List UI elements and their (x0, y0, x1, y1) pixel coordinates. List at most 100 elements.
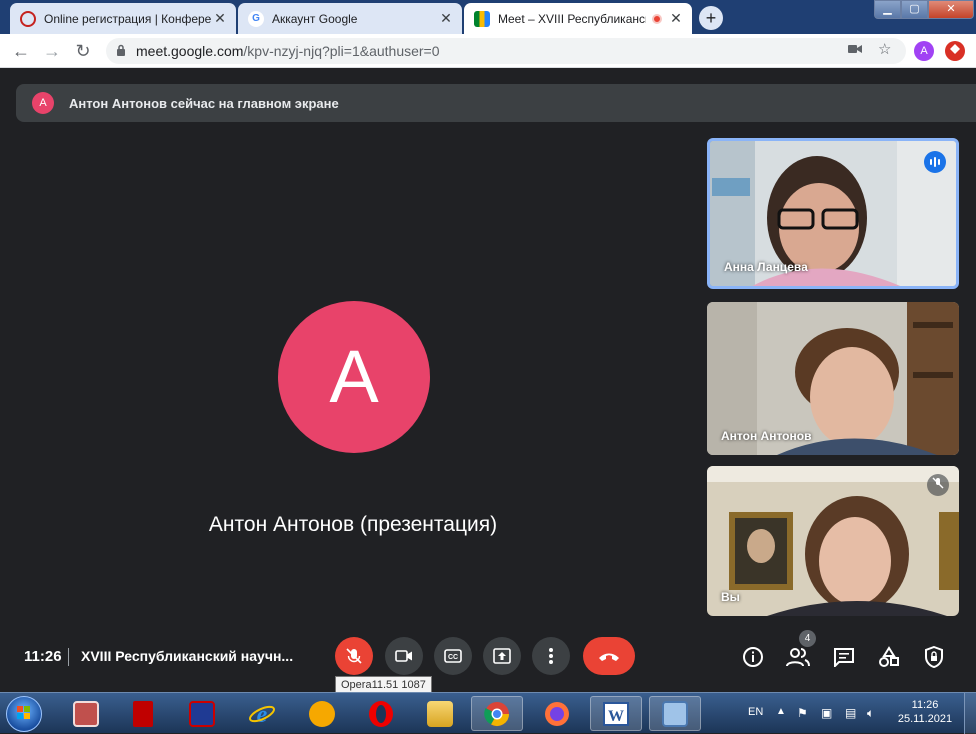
chat-icon (834, 648, 854, 667)
minimize-button[interactable]: ▁ (874, 0, 901, 19)
host-controls-button[interactable] (919, 642, 949, 672)
svg-text:W: W (608, 708, 624, 725)
more-vert-icon (549, 648, 553, 664)
tab-close-icon[interactable]: ✕ (668, 10, 684, 27)
microphone-toggle-button[interactable] (335, 637, 373, 675)
captions-button[interactable]: CC (434, 637, 472, 675)
taskbar-firefox[interactable] (531, 696, 583, 731)
extension-icon[interactable] (945, 41, 965, 61)
camera-toggle-button[interactable] (385, 637, 423, 675)
camera-permission-icon[interactable] (848, 42, 862, 59)
taskbar-aimp[interactable] (296, 696, 348, 731)
volume-icon[interactable]: 🔈︎ (867, 706, 874, 721)
address-bar[interactable]: meet.google.com /kpv-nzyj-njq?pli=1&auth… (106, 38, 906, 64)
participant-tile[interactable]: Антон Антонов (707, 302, 959, 455)
video-camera-icon (395, 650, 412, 662)
control-panel-icon (662, 700, 688, 727)
more-options-button[interactable] (532, 637, 570, 675)
folder-icon (427, 700, 453, 727)
leave-call-button[interactable] (583, 637, 635, 675)
profile-avatar-button[interactable]: A (914, 41, 934, 61)
recording-indicator-icon (652, 13, 662, 24)
internet-explorer-icon: e (249, 702, 275, 728)
participant-name: Вы (721, 590, 740, 604)
show-desktop-button[interactable] (964, 693, 976, 734)
tab-title: Meet – XVIII Республиканск (498, 11, 646, 26)
self-view-tile[interactable]: Вы (707, 466, 959, 616)
forward-button[interactable]: → (42, 41, 62, 61)
tab-title: Аккаунт Google (272, 11, 358, 26)
book-app-icon (133, 700, 153, 727)
bookmark-star-icon[interactable]: ☆ (878, 40, 891, 58)
lock-icon[interactable] (116, 44, 126, 59)
tray-expand-icon[interactable]: ▲ (776, 706, 786, 717)
taskbar-presentation-app[interactable] (60, 696, 112, 731)
tab-meet[interactable]: Meet – XVIII Республиканск ✕ (464, 3, 692, 34)
avatar: A (32, 92, 54, 114)
browser-tab-strip: Online регистрация | Конферен ✕ G Аккаун… (0, 0, 976, 34)
presentation-app-icon (73, 700, 99, 727)
closed-captions-icon: CC (444, 649, 462, 663)
meet-favicon-icon (474, 10, 490, 27)
taskbar-word[interactable]: W (590, 696, 642, 731)
participant-name: Анна Ланцева (724, 260, 808, 274)
new-tab-button[interactable]: + (699, 6, 723, 30)
participant-tile[interactable]: Анна Ланцева (707, 138, 959, 289)
input-language-indicator[interactable]: EN (748, 706, 763, 718)
taskbar-book-app[interactable] (117, 696, 169, 731)
system-clock[interactable]: 11:26 25.11.2021 (893, 698, 957, 726)
presentation-banner: A Антон Антонов сейчас на главном экране (16, 84, 976, 122)
taskbar-chrome[interactable] (471, 696, 523, 731)
network-icon[interactable]: ▤ (845, 706, 856, 720)
main-speaker-name: Антон Антонов (презентация) (208, 513, 498, 536)
main-speaker-avatar: A (278, 301, 430, 453)
participant-count-badge: 4 (799, 630, 816, 647)
svg-text:e: e (257, 702, 268, 728)
tab-title: Online регистрация | Конферен (44, 11, 212, 26)
windows-logo-icon (17, 706, 30, 719)
taskbar-disk-app[interactable] (176, 696, 228, 731)
floppy-disk-icon (189, 700, 215, 727)
shield-lock-icon (925, 646, 943, 668)
participant-video (707, 466, 959, 616)
speaking-indicator-icon (924, 151, 946, 173)
action-center-flag-icon[interactable]: ⚑ (797, 706, 808, 720)
people-icon (786, 648, 810, 667)
info-icon (743, 647, 763, 667)
chrome-icon (484, 701, 509, 726)
firefox-icon (545, 701, 569, 726)
maximize-button[interactable]: ▢ (901, 0, 928, 19)
url-host: meet.google.com (136, 43, 244, 59)
back-button[interactable]: ← (11, 41, 31, 61)
taskbar-control-panel[interactable] (649, 696, 701, 731)
taskbar-file-explorer[interactable] (414, 696, 466, 731)
mic-off-icon (346, 648, 362, 664)
clock-date: 25.11.2021 (897, 713, 953, 725)
meet-call-view: A Антон Антонов сейчас на главном экране… (0, 68, 976, 694)
meeting-clock: 11:26 (24, 648, 62, 665)
browser-toolbar: ← → ↻ meet.google.com /kpv-nzyj-njq?pli=… (0, 34, 976, 68)
windows-taskbar: e W EN ▲ ⚑ ▣ ▤ 🔈︎ 11:26 25.11.2021 (0, 692, 976, 734)
meeting-title: XVIII Республиканский научн... (81, 648, 294, 664)
activities-button[interactable] (874, 642, 904, 672)
svg-text:CC: CC (448, 654, 458, 661)
tab-google-account[interactable]: G Аккаунт Google ✕ (238, 3, 462, 34)
reload-button[interactable]: ↻ (73, 41, 93, 61)
tab-close-icon[interactable]: ✕ (212, 10, 228, 27)
taskbar-internet-explorer[interactable]: e (236, 696, 288, 731)
taskbar-opera[interactable] (355, 696, 407, 731)
participant-name: Антон Антонов (721, 429, 812, 443)
tab-close-icon[interactable]: ✕ (438, 10, 454, 27)
start-button[interactable] (6, 696, 42, 732)
banner-text: Антон Антонов сейчас на главном экране (69, 95, 339, 111)
word-icon: W (603, 701, 629, 726)
present-screen-button[interactable] (483, 637, 521, 675)
tray-app-icon[interactable]: ▣ (821, 706, 832, 720)
hang-up-icon (599, 653, 619, 661)
window-controls: ▁ ▢ ✕ (874, 0, 974, 20)
tab-registration[interactable]: Online регистрация | Конферен ✕ (10, 3, 236, 34)
close-window-button[interactable]: ✕ (928, 0, 974, 19)
meeting-details-button[interactable] (738, 642, 768, 672)
chat-button[interactable] (829, 642, 859, 672)
site-favicon-icon (20, 10, 36, 27)
